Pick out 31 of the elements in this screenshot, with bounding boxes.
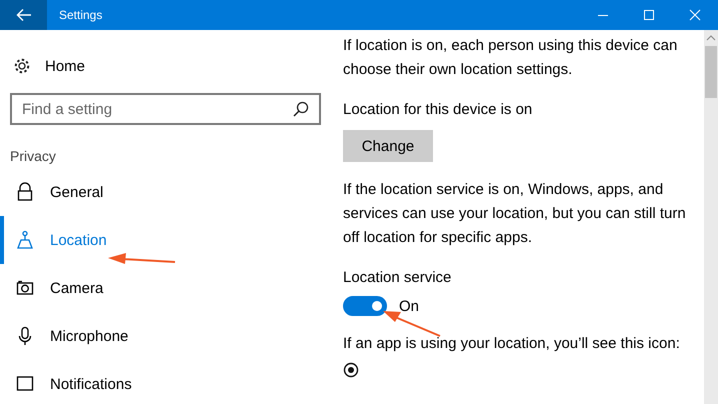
back-arrow-icon [16,8,32,22]
section-heading: Privacy [10,148,57,166]
sidebar-item[interactable]: Microphone [0,312,330,360]
location-toggle[interactable] [343,296,387,316]
intro-text: If location is on, each person using this device can choose their own location settings. [343,36,678,80]
microphone-icon [16,326,34,346]
scrollbar[interactable] [704,30,718,404]
lock-icon [16,182,34,202]
location-icon [16,230,34,250]
maximize-icon [643,9,655,21]
gear-icon [13,57,31,75]
location-in-use-icon [343,362,359,378]
change-button[interactable]: Change [343,130,433,162]
annotation-arrow [383,311,440,337]
device-status-text: Location for this device is on [343,100,534,120]
sidebar-item[interactable]: Notifications [0,360,330,404]
scroll-thumb[interactable] [705,46,717,98]
home-link[interactable]: Home [0,57,330,75]
service-label: Location service [343,268,452,288]
icon-info-text: If an app is using your location, you’ll see this icon: [343,334,681,354]
sidebar-item[interactable]: Camera [0,264,330,312]
sidebar-item[interactable]: General [0,168,330,216]
search-field[interactable]: Find a setting [10,93,321,125]
annotation-arrow [108,253,176,264]
close-icon [689,9,701,21]
service-info-text: If the location service is on, Windows, apps, and services can use your location, but you can still turn off location for specific apps. [343,180,687,248]
back-button[interactable] [0,0,47,30]
window-title: Settings [59,8,104,22]
search-icon [293,101,309,117]
scroll-up-icon [706,34,716,42]
toggle-label: On [399,298,420,314]
